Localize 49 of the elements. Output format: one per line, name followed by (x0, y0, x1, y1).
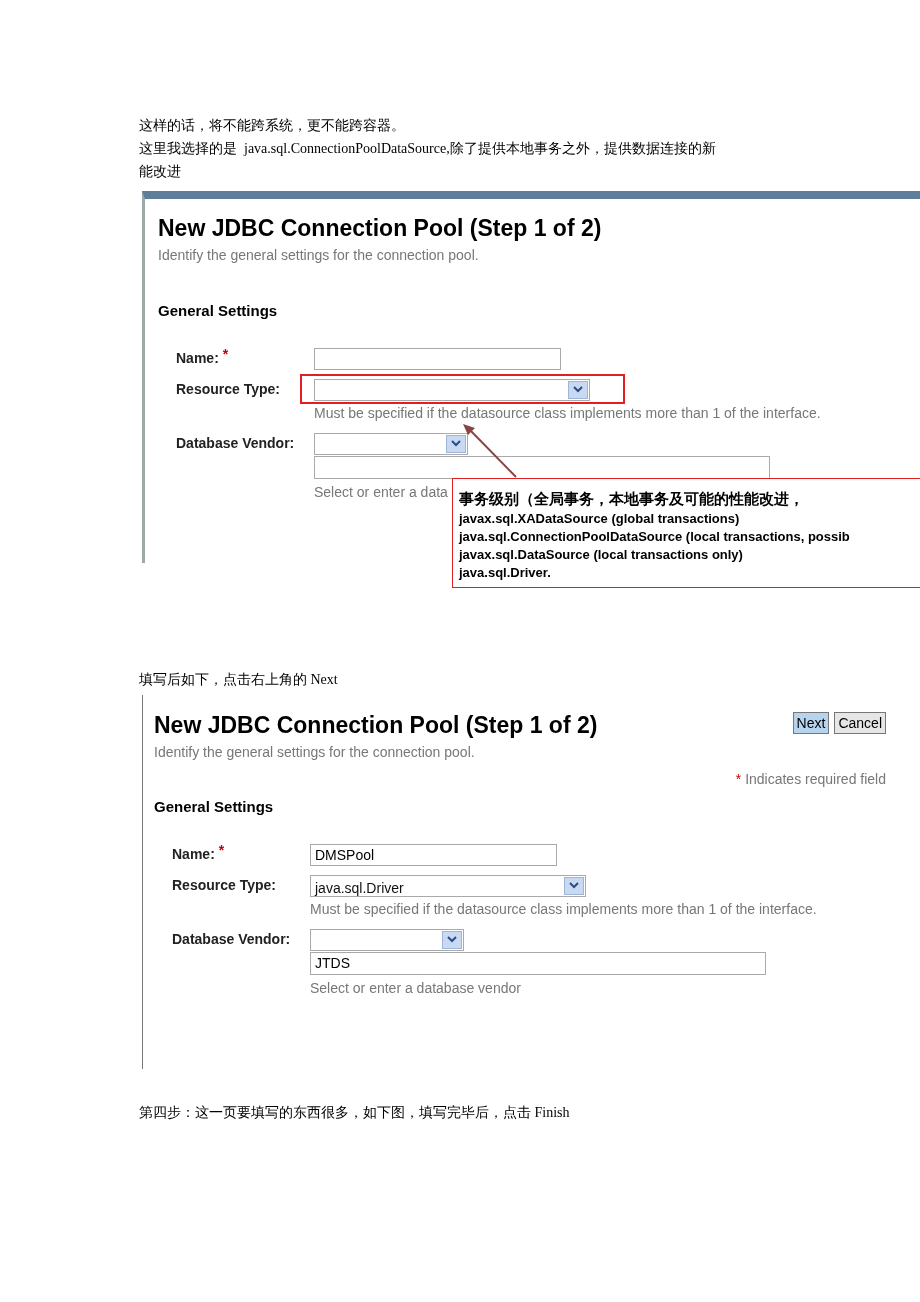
chevron-down-icon (573, 386, 583, 393)
callout-line: java.sql.ConnectionPoolDataSource (local transactions, possib (459, 528, 851, 546)
field-hint: Must be specified if the datasource class implements more than 1 of the interface. (310, 900, 817, 917)
required-mark: * (222, 344, 229, 364)
field-hint: Must be specified if the datasource class implements more than 1 of the interface. (314, 404, 821, 421)
callout-line: java.sql.Driver. (459, 564, 552, 582)
select-field[interactable] (310, 928, 464, 951)
field-hint: Select or enter a data (314, 482, 448, 502)
required-note: Indicates required field (745, 770, 886, 789)
body-text: 能改进 (139, 163, 182, 181)
field-label: Resource Type: (176, 379, 281, 399)
callout-line: javax.sql.DataSource (local transactions only) (459, 546, 744, 564)
dropdown-button[interactable] (568, 380, 588, 399)
required-mark: * (218, 840, 225, 860)
field-label: Database Vendor: (172, 929, 292, 949)
chevron-down-icon (569, 882, 579, 889)
field-label: Database Vendor: (176, 433, 296, 453)
section-heading: General Settings (154, 797, 275, 817)
page-subtitle: Identify the general settings for the connection pool. (158, 246, 480, 265)
vendor-field[interactable]: JTDS (310, 951, 766, 975)
page-title: New JDBC Connection Pool (Step 1 of 2) (158, 214, 602, 243)
vendor-field[interactable] (314, 455, 770, 479)
section-heading: General Settings (158, 301, 279, 321)
field-label: Resource Type: (172, 875, 277, 895)
next-button[interactable]: Next (792, 712, 830, 734)
body-text: 这里我选择的是 java.sql.ConnectionPoolDataSource,除了提供本地事务之外，提供数据连接的新 (139, 140, 717, 158)
body-text: 第四步：这一页要填写的东西很多，如下图，填写完毕后，点击 Finish (139, 1104, 570, 1122)
select-field[interactable]: java.sql.Driver (310, 874, 586, 897)
leader-line (462, 424, 518, 478)
dropdown-button[interactable] (564, 876, 584, 895)
dropdown-button[interactable] (442, 930, 462, 949)
name-field[interactable] (314, 347, 561, 370)
callout-line: 事务级别（全局事务，本地事务及可能的性能改进， (459, 489, 805, 509)
cancel-button[interactable]: Cancel (834, 712, 886, 734)
dropdown-button[interactable] (446, 434, 466, 453)
chevron-down-icon (451, 440, 461, 447)
body-text: 填写后如下，点击右上角的 Next (139, 671, 338, 689)
callout-line: javax.sql.XADataSource (global transactions) (459, 510, 741, 528)
page-title: New JDBC Connection Pool (Step 1 of 2) (154, 711, 598, 740)
select-field[interactable] (314, 378, 590, 401)
required-mark: * (735, 770, 742, 789)
field-label: Name: (176, 348, 219, 368)
name-field[interactable]: DMSPool (310, 843, 557, 866)
field-hint: Select or enter a database vendor (310, 978, 521, 998)
select-field[interactable] (314, 432, 468, 455)
chevron-down-icon (447, 936, 457, 943)
page-subtitle: Identify the general settings for the connection pool. (154, 743, 476, 762)
body-text: 这样的话，将不能跨系统，更不能跨容器。 (139, 117, 406, 135)
field-label: Name: (172, 844, 215, 864)
